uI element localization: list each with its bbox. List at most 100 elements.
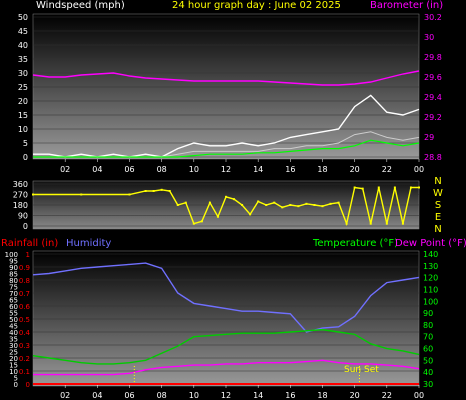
y-tick-label-rain: 0.3	[19, 342, 30, 350]
y-tick-label-rain: 0.4	[19, 329, 31, 337]
wind-panel	[32, 13, 420, 160]
y-tick-label-left: 35	[18, 55, 28, 64]
direction-point	[144, 190, 147, 192]
y-tick-label-temperature: 130	[423, 262, 438, 271]
direction-point	[208, 201, 211, 204]
direction-point	[241, 204, 244, 206]
y-tick-label-temperature: 50	[423, 356, 433, 365]
direction-point	[257, 200, 260, 203]
direction-point	[321, 205, 324, 208]
direction-point	[160, 188, 163, 191]
direction-point	[393, 186, 396, 189]
direction-point	[345, 222, 348, 225]
y-tick-label-rain: 0.5	[19, 316, 30, 324]
direction-point	[353, 186, 356, 189]
x-tick-label: 12	[221, 165, 231, 174]
x-tick-label: 14	[253, 391, 263, 400]
y-tick-label-right: 28.8	[424, 153, 442, 162]
y-tick-label-temperature: 60	[423, 345, 433, 354]
x-tick-label: 16	[285, 391, 295, 400]
sunset-label: Sun Set	[344, 365, 379, 375]
y-tick-label-right: 29.4	[424, 93, 442, 102]
y-tick-label: 270	[13, 191, 28, 200]
y-tick-label-temperature: 100	[423, 297, 438, 306]
x-tick-label: 02	[60, 165, 70, 174]
y-tick-label-rain: 0.7	[19, 290, 30, 298]
y-tick-label-right: 29.6	[424, 73, 442, 82]
y-tick-label-left: 30	[18, 69, 28, 78]
y-tick-label-left: 5	[23, 139, 28, 148]
direction-point	[128, 193, 131, 196]
x-tick-label: 06	[124, 391, 134, 400]
x-tick-label: 18	[317, 165, 327, 174]
rainfall-axis-title: Rainfall (in)	[1, 238, 58, 249]
y-tick-label-right: 29	[424, 133, 434, 142]
y-tick-label-rain: 0.6	[19, 303, 31, 311]
y-tick-label-left: 10	[18, 125, 28, 134]
chart-title: 24 hour graph day : June 02 2025	[172, 0, 341, 11]
y-tick-label-temperature: 80	[423, 321, 433, 330]
compass-label-s: S	[435, 200, 441, 211]
y-tick-label: 0	[23, 222, 28, 231]
y-tick-label-rain: 0.2	[19, 355, 30, 363]
direction-point	[192, 222, 195, 225]
x-tick-label: 14	[253, 165, 263, 174]
y-tick-label: 360	[13, 180, 28, 189]
direction-point	[313, 204, 316, 206]
direction-point	[265, 204, 268, 206]
y-tick-label-temperature: 140	[423, 250, 438, 259]
y-tick-label: 180	[13, 201, 28, 210]
y-tick-label-humidity: 100	[5, 251, 18, 259]
direction-point	[152, 190, 155, 192]
direction-point	[385, 222, 388, 225]
temperature-axis-title: Temperature (°F)	[312, 238, 398, 249]
x-tick-label: 00	[414, 165, 424, 174]
x-tick-label: 06	[124, 165, 134, 174]
y-tick-label-rain: 0.9	[19, 264, 30, 272]
direction-point	[216, 215, 219, 218]
compass-labels: NWSEN	[433, 176, 443, 235]
x-tick-label: 18	[317, 391, 327, 400]
y-tick-label-left: 20	[18, 97, 28, 106]
y-tick-label-left: 15	[18, 111, 28, 120]
y-tick-label-rain: 1	[26, 251, 30, 259]
y-tick-label-rain: 0	[26, 381, 30, 389]
direction-point	[273, 201, 276, 204]
y-tick-label-right: 30	[424, 33, 434, 42]
direction-point	[249, 213, 252, 216]
dewpoint-axis-title: Dew Point (°F)	[395, 238, 466, 249]
x-tick-label: 16	[285, 165, 295, 174]
direction-point	[32, 193, 34, 196]
direction-point	[369, 222, 372, 225]
y-tick-label-rain: 0.8	[19, 277, 30, 285]
direction-point	[337, 201, 340, 204]
y-tick-label-left: 40	[18, 41, 28, 50]
y-tick-label-left: 0	[23, 153, 28, 162]
y-tick-label-right: 30.2	[424, 13, 442, 22]
direction-point	[80, 193, 83, 196]
y-tick-label-temperature: 120	[423, 274, 438, 283]
y-tick-label-rain: 0.1	[19, 368, 30, 376]
direction-point	[281, 206, 284, 209]
x-tick-label: 12	[221, 391, 231, 400]
direction-point	[176, 204, 179, 206]
direction-point	[361, 187, 364, 190]
wind-axis-title: Windspeed (mph)	[36, 0, 125, 11]
direction-point	[305, 202, 308, 205]
direction-point	[168, 190, 171, 192]
direction-point	[377, 186, 380, 189]
direction-point	[418, 186, 420, 189]
x-tick-label: 08	[157, 391, 167, 400]
compass-label-n: N	[434, 176, 441, 187]
direction-point	[297, 205, 300, 208]
x-tick-label: 22	[382, 391, 392, 400]
x-tick-label: 20	[350, 165, 360, 174]
direction-point	[200, 220, 203, 223]
y-tick-label-temperature: 40	[423, 368, 433, 377]
x-tick-label: 10	[189, 165, 199, 174]
x-tick-label: 04	[92, 165, 102, 174]
direction-point	[409, 186, 412, 189]
y-tick-label-temperature: 30	[423, 380, 433, 389]
y-tick-label: 90	[18, 212, 28, 221]
weather-graph: Windspeed (mph) 24 hour graph day : June…	[1, 0, 466, 400]
